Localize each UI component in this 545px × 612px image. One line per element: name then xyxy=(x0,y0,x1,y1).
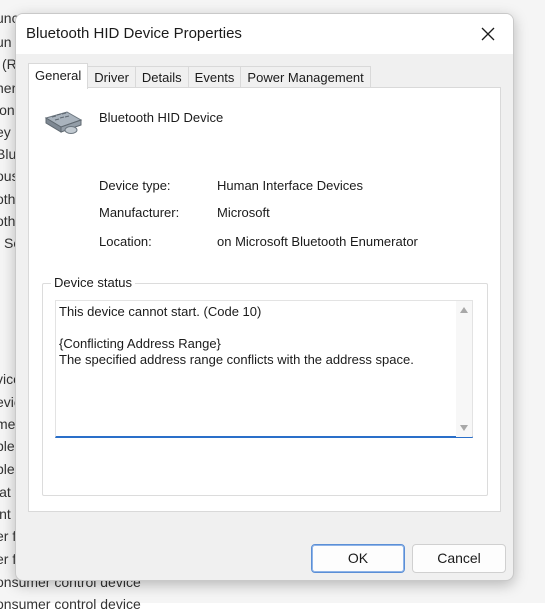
background-list-item: lat xyxy=(0,484,11,500)
background-list-item: Blu xyxy=(0,146,17,162)
tab-power-management[interactable]: Power Management xyxy=(240,66,371,88)
device-type-label: Device type: xyxy=(99,178,171,193)
device-type-value: Human Interface Devices xyxy=(217,178,363,193)
device-status-text: This device cannot start. (Code 10) {Con… xyxy=(59,304,451,368)
cancel-button[interactable]: Cancel xyxy=(412,544,506,573)
device-name: Bluetooth HID Device xyxy=(99,110,224,125)
status-scrollbar[interactable] xyxy=(456,301,472,437)
background-list-item: ey xyxy=(0,124,11,140)
background-list-item: ble xyxy=(0,438,15,454)
manufacturer-value: Microsoft xyxy=(217,205,270,220)
scroll-down-arrow-icon[interactable] xyxy=(460,425,468,431)
tab-driver[interactable]: Driver xyxy=(87,66,136,88)
background-list-item: ner xyxy=(0,80,17,96)
close-icon xyxy=(481,27,495,41)
device-status-group: Device status This device cannot start. … xyxy=(42,275,488,496)
background-list-item: oth xyxy=(0,191,16,207)
general-tab-panel: Bluetooth HID Device Device type: Human … xyxy=(28,87,501,512)
tab-details[interactable]: Details xyxy=(134,66,189,88)
tab-general[interactable]: General xyxy=(28,63,89,89)
tab-events[interactable]: Events xyxy=(187,66,242,88)
status-line: This device cannot start. (Code 10) xyxy=(59,304,262,319)
device-status-textbox[interactable]: This device cannot start. (Code 10) {Con… xyxy=(55,300,473,438)
status-blank-line xyxy=(59,320,451,336)
background-list-item: ble xyxy=(0,461,15,477)
location-label: Location: xyxy=(99,234,152,249)
status-line: The specified address range conflicts wi… xyxy=(59,352,414,367)
background-list-item: int xyxy=(0,506,11,522)
background-list-item: ion xyxy=(0,102,15,118)
ok-button[interactable]: OK xyxy=(311,544,405,573)
tab-strip: General Driver Details Events Power Mana… xyxy=(28,63,371,89)
close-button[interactable] xyxy=(471,20,505,48)
dialog-title: Bluetooth HID Device Properties xyxy=(26,25,242,42)
location-value: on Microsoft Bluetooth Enumerator xyxy=(217,234,418,249)
device-status-title: Device status xyxy=(51,275,136,290)
background-list-item: er f xyxy=(0,528,16,544)
background-list-item: un xyxy=(0,34,12,50)
bluetooth-hid-device-icon xyxy=(44,111,83,134)
manufacturer-label: Manufacturer: xyxy=(99,205,180,220)
title-bar[interactable]: Bluetooth HID Device Properties xyxy=(16,14,513,54)
scroll-up-arrow-icon[interactable] xyxy=(460,307,468,313)
background-list-item: onsumer control device xyxy=(0,596,141,612)
background-list-item: oth xyxy=(0,213,16,229)
status-line: {Conflicting Address Range} xyxy=(59,336,221,351)
background-list-item: er f xyxy=(0,551,16,567)
properties-dialog: Bluetooth HID Device Properties General … xyxy=(15,13,514,581)
